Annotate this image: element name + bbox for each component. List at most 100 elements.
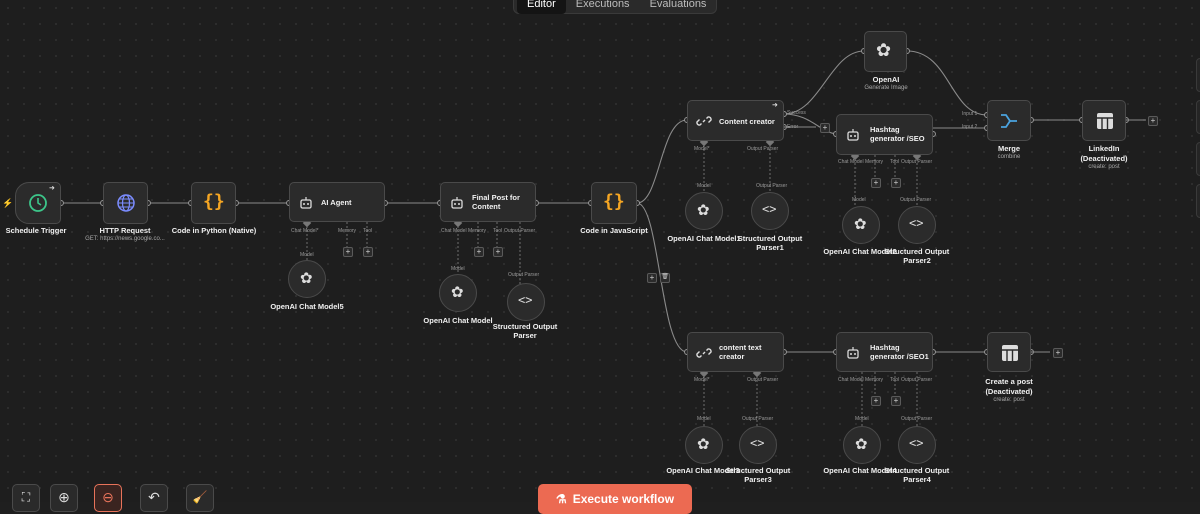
- link-chain-icon: [696, 348, 712, 358]
- add-tool-button[interactable]: +: [891, 396, 901, 406]
- zoom-in-button[interactable]: ⊕: [50, 484, 78, 512]
- hashtag-seo-node[interactable]: Hashtag generator /SEO: [836, 114, 933, 155]
- openai-chat-model5-node[interactable]: ✿: [288, 260, 326, 298]
- side-panel-tab[interactable]: [1196, 100, 1200, 134]
- content-creator-node[interactable]: Content creator ➜: [687, 100, 784, 141]
- openai-chat-model4-node[interactable]: ✿: [843, 426, 881, 464]
- structured-output-parser-node[interactable]: <>: [507, 283, 545, 321]
- openai-logo-icon: ✿: [855, 436, 868, 453]
- create-post-subtitle: create: post: [993, 397, 1025, 403]
- linkedin-label-1: LinkedIn: [1088, 144, 1120, 153]
- zoom-in-icon: ⊕: [58, 489, 70, 505]
- openai-image-node[interactable]: ✿: [864, 31, 907, 72]
- openai-chat-model-node[interactable]: ✿: [439, 274, 477, 312]
- add-node-button[interactable]: +: [647, 273, 657, 283]
- openai-chat-model1-node[interactable]: ✿: [685, 192, 723, 230]
- text-creator-port-model: Model*: [694, 377, 710, 383]
- hashtag-seo1-title-1: Hashtag: [870, 343, 900, 352]
- add-memory-button[interactable]: +: [343, 247, 353, 257]
- hashtag-port-chatmodel: Chat Model: [838, 159, 864, 165]
- parser3-port-label: Output Parser: [742, 416, 774, 422]
- fit-view-button[interactable]: ⛶: [12, 484, 40, 512]
- add-tool-button[interactable]: +: [493, 247, 503, 257]
- linkedin-label-2: (Deactivated): [1080, 154, 1128, 163]
- merge-label: Merge: [997, 144, 1021, 153]
- connections-layer: [58, 48, 1146, 426]
- schedule-trigger-node[interactable]: ➜: [15, 182, 61, 224]
- content-creator-error: Error: [787, 124, 799, 130]
- robot-icon: [300, 197, 312, 209]
- link-chain-icon: [696, 116, 712, 126]
- openai-chat-model3-node[interactable]: ✿: [685, 426, 723, 464]
- model2-port-label: Model: [852, 197, 866, 203]
- add-memory-button[interactable]: +: [474, 247, 484, 257]
- add-memory-button[interactable]: +: [871, 396, 881, 406]
- add-tool-button[interactable]: +: [891, 178, 901, 188]
- structured-output-parser1-label-2: Parser1: [756, 243, 784, 252]
- workflow-canvas[interactable]: Editor Executions Evaluations ⚡ ➜ Schedu…: [0, 0, 1200, 514]
- structured-output-parser2-label-2: Parser2: [903, 256, 931, 265]
- structured-output-parser4-label-2: Parser4: [903, 475, 931, 484]
- openai-logo-icon: ✿: [697, 436, 710, 453]
- trash-icon[interactable]: 🗑: [660, 273, 670, 283]
- structured-output-parser2-label-1: Structured Output: [884, 247, 950, 256]
- add-memory-button[interactable]: +: [871, 178, 881, 188]
- flask-icon: ⚗: [555, 492, 567, 506]
- structured-output-parser3-node[interactable]: <>: [739, 426, 777, 464]
- execute-workflow-button[interactable]: ⚗ Execute workflow: [538, 484, 692, 514]
- content-text-creator-node[interactable]: content text creator: [687, 332, 784, 372]
- code-braces-icon: {}: [603, 191, 625, 212]
- tab-editor[interactable]: Editor: [517, 0, 566, 14]
- side-panel-tab[interactable]: [1196, 184, 1200, 218]
- openai-logo-icon: ✿: [854, 216, 867, 233]
- content-creator-title: Content creator: [719, 117, 775, 126]
- zoom-out-button[interactable]: ⊖: [94, 484, 122, 512]
- structured-output-parser4-label-1: Structured Output: [884, 466, 950, 475]
- side-panel-tab[interactable]: [1196, 142, 1200, 176]
- parser1-port-label: Output Parser: [756, 183, 788, 189]
- code-javascript-node[interactable]: {}: [591, 182, 637, 224]
- linkedin-node[interactable]: [1082, 100, 1126, 141]
- hashtag1-port-chatmodel: Chat Model: [838, 377, 864, 383]
- http-request-node[interactable]: [103, 182, 148, 224]
- structured-output-parser1-label-1: Structured Output: [737, 234, 803, 243]
- ai-agent-node[interactable]: AI Agent: [289, 182, 385, 222]
- hashtag-port-tool: Tool: [890, 159, 900, 165]
- code-brackets-icon: <>: [518, 293, 533, 307]
- tidy-up-button[interactable]: 🧹: [186, 484, 214, 512]
- add-node-button[interactable]: +: [820, 123, 830, 133]
- create-post-node[interactable]: [987, 332, 1031, 372]
- final-post-title-1: Final Post for: [472, 193, 520, 202]
- structured-output-parser2-node[interactable]: <>: [898, 206, 936, 244]
- hashtag1-port-memory: Memory: [865, 377, 884, 383]
- tab-evaluations[interactable]: Evaluations: [640, 0, 717, 14]
- http-request-label: HTTP Request: [99, 226, 151, 235]
- code-brackets-icon: <>: [762, 202, 777, 216]
- text-creator-port-parser: Output Parser: [747, 377, 779, 383]
- structured-output-parser1-node[interactable]: <>: [751, 192, 789, 230]
- ai-agent-port-memory: Memory: [338, 228, 357, 234]
- side-panel-tab[interactable]: [1196, 58, 1200, 92]
- final-post-node[interactable]: Final Post for Content: [440, 182, 536, 222]
- code-braces-icon: {}: [203, 191, 225, 212]
- code-python-node[interactable]: {}: [191, 182, 236, 224]
- undo-button[interactable]: ↶: [140, 484, 168, 512]
- merge-node[interactable]: [987, 100, 1031, 141]
- content-creator-port-model: Model*: [694, 146, 710, 152]
- hashtag-seo-title-2: generator /SEO: [870, 134, 925, 143]
- trigger-bolt-icon: ⚡: [2, 198, 14, 208]
- model1-port-label: Model: [697, 183, 711, 189]
- content-text-creator-title-2: creator: [719, 352, 745, 361]
- hashtag-seo1-node[interactable]: Hashtag generator /SEO1: [836, 332, 933, 372]
- add-node-button[interactable]: +: [1053, 348, 1063, 358]
- hashtag1-port-parser: Output Parser: [901, 377, 933, 383]
- ai-agent-port-chatmodel: Chat Model*: [291, 228, 319, 234]
- structured-output-parser4-node[interactable]: <>: [898, 426, 936, 464]
- openai-image-label: OpenAI: [872, 75, 900, 84]
- add-node-button[interactable]: +: [1148, 116, 1158, 126]
- add-tool-button[interactable]: +: [363, 247, 373, 257]
- create-post-label-1: Create a post: [985, 377, 1033, 386]
- openai-logo-icon: ✿: [697, 202, 710, 219]
- tab-executions[interactable]: Executions: [566, 0, 640, 14]
- openai-chat-model2-node[interactable]: ✿: [842, 206, 880, 244]
